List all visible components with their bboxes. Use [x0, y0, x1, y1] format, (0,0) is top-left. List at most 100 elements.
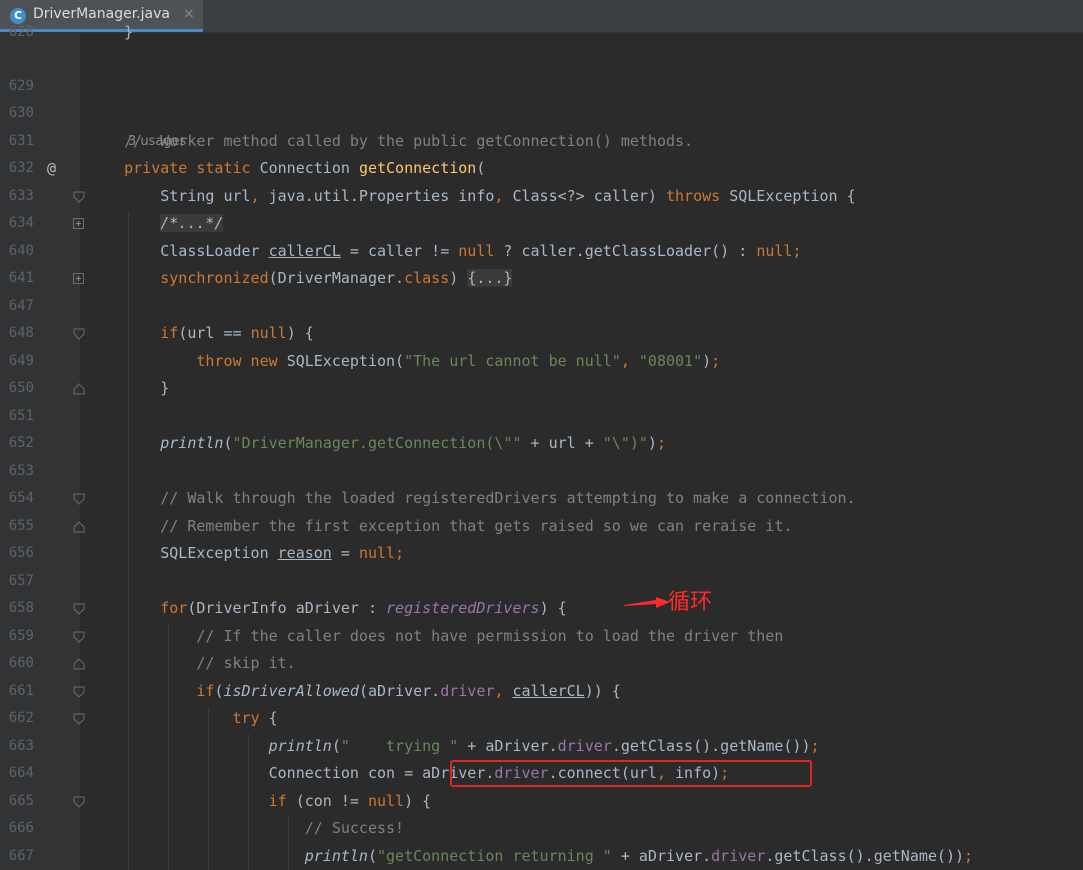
line-number[interactable]: 657	[0, 568, 34, 595]
line-number[interactable]: 648	[0, 320, 34, 347]
code-line[interactable]: 655 // Remember the first exception that…	[0, 513, 1083, 540]
fold-collapse-icon[interactable]	[73, 686, 85, 698]
code-line[interactable]: 661 if(isDriverAllowed(aDriver.driver, c…	[0, 678, 1083, 705]
code-line[interactable]: 632 @ private static Connection getConnec…	[0, 155, 1083, 182]
fold-collapse-icon[interactable]	[73, 493, 85, 505]
code-text[interactable]: if (con != null) {	[88, 788, 432, 815]
override-annotation-icon[interactable]: @	[47, 155, 56, 182]
line-number[interactable]: 640	[0, 238, 34, 265]
fold-end-icon[interactable]	[73, 521, 85, 533]
fold-collapse-icon[interactable]	[73, 796, 85, 808]
line-number[interactable]: 659	[0, 623, 34, 650]
line-number[interactable]: 653	[0, 458, 34, 485]
line-number[interactable]: 654	[0, 485, 34, 512]
code-line[interactable]: 667 println("getConnection returning " +…	[0, 843, 1083, 870]
code-text[interactable]: synchronized(DriverManager.class) {...}	[88, 265, 513, 292]
code-line[interactable]: 653	[0, 458, 1083, 485]
code-line[interactable]: 651	[0, 403, 1083, 430]
fold-end-icon[interactable]	[73, 383, 85, 395]
code-text[interactable]: // If the caller does not have permissio…	[88, 623, 783, 650]
code-text[interactable]: // skip it.	[88, 650, 295, 677]
code-line[interactable]: 640 ClassLoader callerCL = caller != nul…	[0, 238, 1083, 265]
line-number[interactable]: 658	[0, 595, 34, 622]
code-line[interactable]: 656 SQLException reason = null;	[0, 540, 1083, 567]
code-text[interactable]: SQLException reason = null;	[88, 540, 404, 567]
line-number[interactable]: 628	[0, 19, 34, 46]
code-text[interactable]: try {	[88, 705, 278, 732]
code-line[interactable]: 641 synchronized(DriverManager.class) {.…	[0, 265, 1083, 292]
line-number[interactable]: 667	[0, 843, 34, 870]
line-number[interactable]: 664	[0, 760, 34, 787]
line-number[interactable]: 656	[0, 540, 34, 567]
code-line[interactable]: 658 for(DriverInfo aDriver : registeredD…	[0, 595, 1083, 622]
fold-collapse-icon[interactable]	[73, 328, 85, 340]
line-number[interactable]: 663	[0, 733, 34, 760]
code-line[interactable]: 665 if (con != null) {	[0, 788, 1083, 815]
line-number[interactable]: 652	[0, 430, 34, 457]
code-line[interactable]: 666 // Success!	[0, 815, 1083, 842]
code-line[interactable]: 654 // Walk through the loaded registere…	[0, 485, 1083, 512]
code-line[interactable]: 647	[0, 293, 1083, 320]
code-text[interactable]: /*...*/	[88, 210, 224, 237]
line-number[interactable]: 661	[0, 678, 34, 705]
code-line[interactable]: 629	[0, 73, 1083, 100]
line-number[interactable]: 660	[0, 650, 34, 677]
code-text[interactable]: throw new SQLException("The url cannot b…	[88, 348, 720, 375]
line-number[interactable]: 631	[0, 128, 34, 155]
code-line[interactable]: 650 }	[0, 375, 1083, 402]
line-number[interactable]: 630	[0, 100, 34, 127]
code-text[interactable]: println(" trying " + aDriver.driver.getC…	[88, 733, 820, 760]
code-text[interactable]: ClassLoader callerCL = caller != null ? …	[88, 238, 801, 265]
code-text[interactable]: for(DriverInfo aDriver : registeredDrive…	[88, 595, 566, 622]
fold-end-icon[interactable]	[73, 658, 85, 670]
fold-collapse-icon[interactable]	[73, 631, 85, 643]
line-number[interactable]: 666	[0, 815, 34, 842]
code-text[interactable]: }	[88, 19, 133, 46]
fold-collapse-icon[interactable]	[73, 603, 85, 615]
code-line[interactable]: 660 // skip it.	[0, 650, 1083, 677]
code-text[interactable]: if(url == null) {	[88, 320, 314, 347]
code-line[interactable]: 662 try {	[0, 705, 1083, 732]
line-number[interactable]: 651	[0, 403, 34, 430]
code-text[interactable]: println("DriverManager.getConnection(\""…	[88, 430, 666, 457]
code-line[interactable]: 648 if(url == null) {	[0, 320, 1083, 347]
code-token: try	[232, 709, 269, 727]
code-token: ;	[656, 434, 666, 452]
line-number[interactable]: 647	[0, 293, 34, 320]
line-number[interactable]: 634	[0, 210, 34, 237]
code-line[interactable]: 663 println(" trying " + aDriver.driver.…	[0, 733, 1083, 760]
code-text[interactable]: // Success!	[88, 815, 404, 842]
code-text[interactable]: // Walk through the loaded registeredDri…	[88, 485, 855, 512]
line-number[interactable]: 655	[0, 513, 34, 540]
line-number[interactable]: 633	[0, 183, 34, 210]
line-number[interactable]: 641	[0, 265, 34, 292]
code-text[interactable]: // Remember the first exception that get…	[88, 513, 792, 540]
code-line[interactable]: 652 println("DriverManager.getConnection…	[0, 430, 1083, 457]
fold-collapse-icon[interactable]	[73, 191, 85, 203]
line-number[interactable]: 662	[0, 705, 34, 732]
code-line[interactable]: 659 // If the caller does not have permi…	[0, 623, 1083, 650]
usages-inlay-hint[interactable]: 3 usages	[128, 131, 186, 153]
code-line[interactable]: 630	[0, 100, 1083, 127]
code-text[interactable]: println("getConnection returning " + aDr…	[88, 843, 973, 870]
line-number[interactable]: 629	[0, 73, 34, 100]
code-line[interactable]: 649 throw new SQLException("The url cann…	[0, 348, 1083, 375]
code-text[interactable]: String url, java.util.Properties info, C…	[88, 183, 855, 210]
fold-expand-icon[interactable]	[73, 273, 84, 284]
line-number[interactable]: 632	[0, 155, 34, 182]
code-line[interactable]: 633 String url, java.util.Properties inf…	[0, 183, 1083, 210]
code-text[interactable]: if(isDriverAllowed(aDriver.driver, calle…	[88, 678, 620, 705]
code-line[interactable]: 634 /*...*/	[0, 210, 1083, 237]
code-line[interactable]: 628 }	[0, 19, 1083, 46]
code-text[interactable]: private static Connection getConnection(	[88, 155, 485, 182]
line-number[interactable]: 649	[0, 348, 34, 375]
line-number[interactable]: 650	[0, 375, 34, 402]
fold-expand-icon[interactable]	[73, 218, 84, 229]
fold-collapse-icon[interactable]	[73, 713, 85, 725]
line-number[interactable]: 665	[0, 788, 34, 815]
code-text[interactable]: }	[88, 375, 169, 402]
code-line[interactable]: 657	[0, 568, 1083, 595]
